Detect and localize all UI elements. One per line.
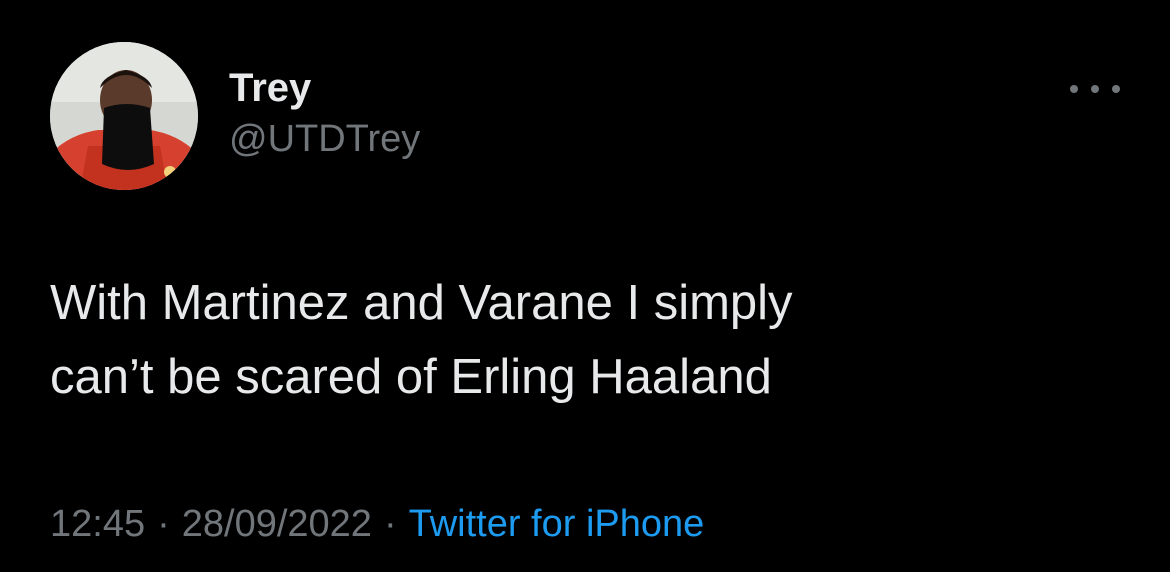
tweet-detail: Trey @UTDTrey With Martinez and Varane I… [0, 0, 1170, 572]
meta-separator: · [383, 503, 397, 545]
display-name[interactable]: Trey [229, 64, 420, 112]
tweet-source-link[interactable]: Twitter for iPhone [409, 503, 705, 545]
more-horizontal-icon [1070, 85, 1120, 93]
tweet-metadata: 12:45 · 28/09/2022 · Twitter for iPhone [50, 500, 704, 548]
meta-separator: · [157, 503, 170, 545]
more-dot [1070, 85, 1078, 93]
tweet-text: With Martinez and Varane I simply can’t … [50, 276, 793, 404]
more-dot [1091, 85, 1099, 93]
user-handle[interactable]: @UTDTrey [229, 116, 420, 162]
author-block: Trey @UTDTrey [229, 64, 420, 162]
more-options-button[interactable] [1070, 74, 1120, 104]
more-dot [1112, 85, 1120, 93]
avatar[interactable] [50, 42, 198, 190]
tweet-date[interactable]: 28/09/2022 [182, 503, 372, 545]
tweet-time[interactable]: 12:45 [50, 503, 145, 545]
avatar-image [50, 42, 198, 190]
